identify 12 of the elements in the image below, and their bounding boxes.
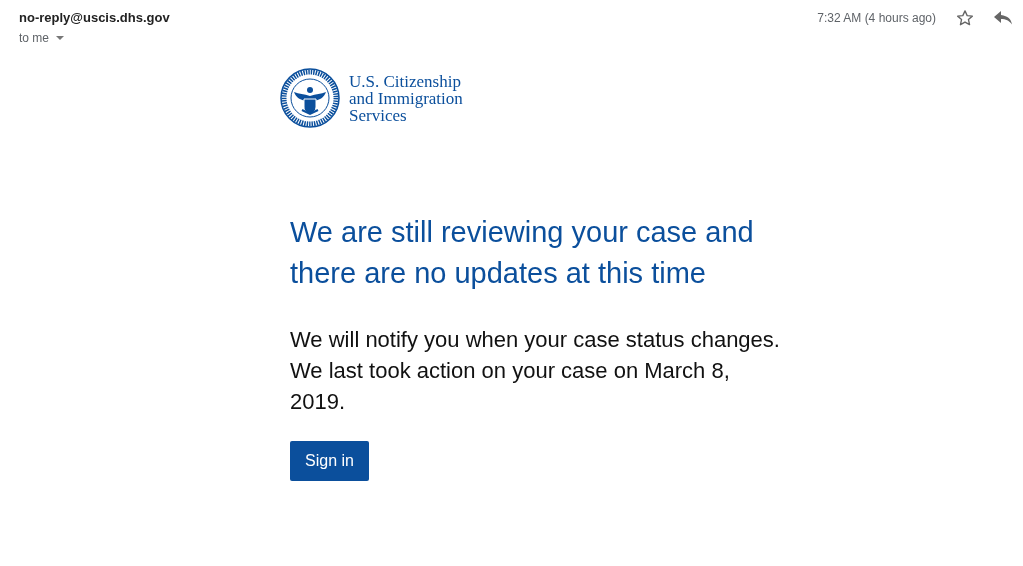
sign-in-button[interactable]: Sign in <box>290 441 369 481</box>
message-text: We will notify you when your case status changes. We last took action on your case on March 8, 2019. <box>290 326 780 416</box>
recipient-label: to me <box>19 30 49 46</box>
reply-icon[interactable] <box>994 11 1012 25</box>
organization-name: Services <box>349 106 407 124</box>
heading: We are still reviewing your case and there are no updates at this time <box>290 215 755 291</box>
timestamp: 7:32 AM (4 hours ago) <box>817 11 936 25</box>
star-icon[interactable] <box>956 9 974 27</box>
seal-icon <box>280 68 340 128</box>
organization-name: U.S. Citizenship <box>349 72 462 90</box>
sender-address: no-reply@uscis.dhs.gov <box>19 9 170 27</box>
caret-icon[interactable] <box>56 36 64 40</box>
